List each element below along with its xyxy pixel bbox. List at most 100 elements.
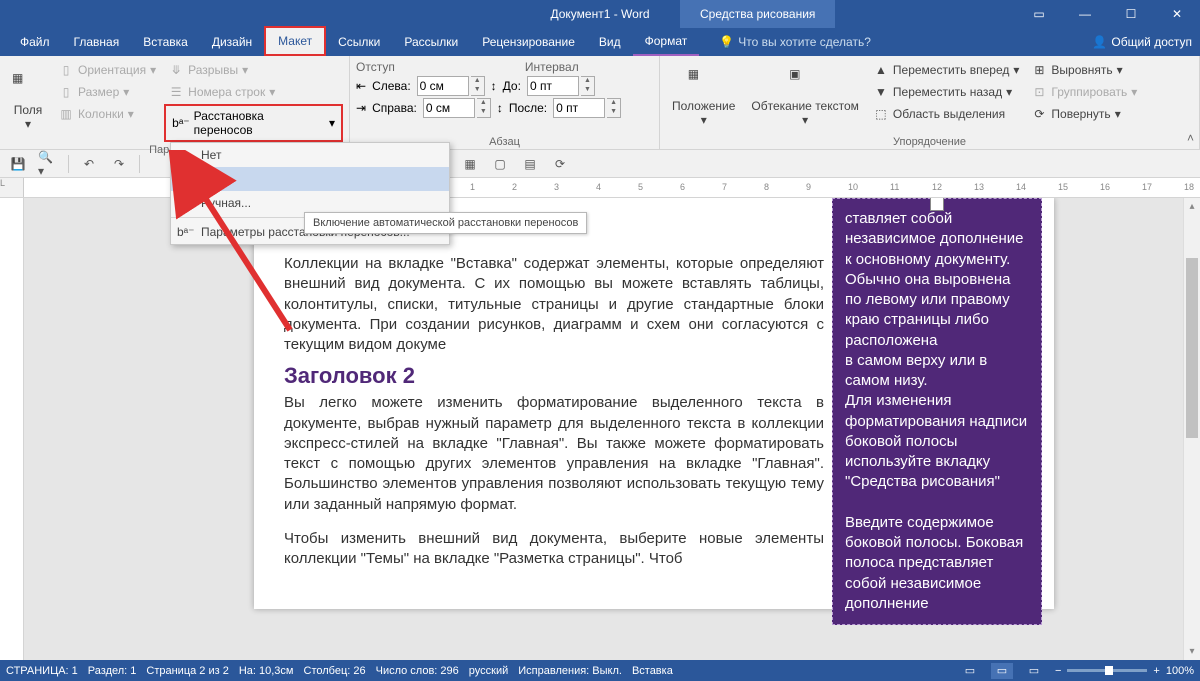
- spacing-after-input[interactable]: ▲▼: [553, 98, 621, 118]
- status-position[interactable]: На: 10,3см: [239, 665, 294, 677]
- status-bar: СТРАНИЦА: 1 Раздел: 1 Страница 2 из 2 На…: [0, 660, 1200, 681]
- undo-icon[interactable]: ↶: [79, 154, 99, 174]
- size-icon: ▯: [58, 84, 74, 100]
- breaks-icon: ⤋: [168, 62, 184, 78]
- zoom-level[interactable]: 100%: [1166, 665, 1194, 677]
- vertical-ruler[interactable]: [0, 198, 24, 660]
- status-section[interactable]: Раздел: 1: [88, 665, 137, 677]
- wrap-text-button[interactable]: ▣Обтекание текстом▾: [745, 60, 864, 134]
- rotate-icon: ⟳: [1031, 106, 1047, 122]
- hyphenation-auto[interactable]: ✓Авто: [171, 167, 449, 191]
- print-preview-icon[interactable]: 🔍▾: [38, 154, 58, 174]
- redo-icon[interactable]: ↷: [109, 154, 129, 174]
- selection-pane-button[interactable]: ⬚Область выделения: [869, 104, 1024, 124]
- margins-button[interactable]: ▦ Поля▾: [6, 60, 50, 142]
- print-layout-icon[interactable]: ▭: [991, 663, 1013, 679]
- tab-design[interactable]: Дизайн: [200, 28, 264, 56]
- spacing-before-input[interactable]: ▲▼: [527, 76, 595, 96]
- web-layout-icon[interactable]: ▭: [1023, 663, 1045, 679]
- scroll-up-icon[interactable]: ▴: [1184, 198, 1200, 215]
- zoom-out-icon[interactable]: −: [1055, 665, 1061, 677]
- refresh-icon[interactable]: ⟳: [550, 154, 570, 174]
- line-numbers-button[interactable]: ☰Номера строк ▾: [164, 82, 343, 102]
- share-icon: 👤: [1092, 35, 1107, 49]
- ribbon-display-options-icon[interactable]: ▭: [1016, 0, 1062, 28]
- minimize-icon[interactable]: —: [1062, 0, 1108, 28]
- position-button[interactable]: ▦Положение▾: [666, 60, 741, 134]
- line-numbers-icon: ☰: [168, 84, 184, 100]
- tab-layout[interactable]: Макет: [264, 26, 326, 56]
- hyphenation-button[interactable]: bᵃ⁻Расстановка переносов ▾: [164, 104, 343, 142]
- close-icon[interactable]: ✕: [1154, 0, 1200, 28]
- object-tool-icon[interactable]: ▢: [490, 154, 510, 174]
- resize-handle-icon[interactable]: [930, 198, 944, 211]
- tab-references[interactable]: Ссылки: [326, 28, 392, 56]
- margins-icon: ▦: [12, 71, 44, 103]
- document-title: Документ1 - Word: [550, 7, 649, 21]
- maximize-icon[interactable]: ☐: [1108, 0, 1154, 28]
- document-body[interactable]: Заголовок 1 Коллекции на вкладке "Вставк…: [284, 224, 824, 569]
- save-icon[interactable]: 💾: [8, 154, 28, 174]
- collapse-ribbon-icon[interactable]: ˄: [1187, 131, 1194, 145]
- status-page-of[interactable]: Страница 2 из 2: [146, 665, 228, 677]
- status-track-changes[interactable]: Исправления: Выкл.: [518, 665, 622, 677]
- tab-view[interactable]: Вид: [587, 28, 633, 56]
- status-column[interactable]: Столбец: 26: [304, 665, 366, 677]
- check-icon: ✓: [179, 172, 189, 186]
- status-insert-mode[interactable]: Вставка: [632, 665, 673, 677]
- tooltip: Включение автоматической расстановки пер…: [304, 212, 587, 234]
- grid-tool-icon[interactable]: ▤: [520, 154, 540, 174]
- spacing-before-icon: ↕: [491, 79, 497, 93]
- tab-review[interactable]: Рецензирование: [470, 28, 587, 56]
- align-button[interactable]: ⊞Выровнять ▾: [1027, 60, 1141, 80]
- page-canvas[interactable]: Заголовок 1 Коллекции на вкладке "Вставк…: [24, 198, 1200, 660]
- breaks-button[interactable]: ⤋Разрывы ▾: [164, 60, 343, 80]
- bring-forward-button[interactable]: ▲Переместить вперед ▾: [869, 60, 1024, 80]
- table-tool-icon[interactable]: ▦: [460, 154, 480, 174]
- group-button[interactable]: ⊡Группировать ▾: [1027, 82, 1141, 102]
- share-button[interactable]: 👤Общий доступ: [1092, 35, 1192, 49]
- tab-insert[interactable]: Вставка: [131, 28, 200, 56]
- selection-pane-icon: ⬚: [873, 106, 889, 122]
- status-language[interactable]: русский: [469, 665, 508, 677]
- tab-home[interactable]: Главная: [62, 28, 132, 56]
- title-bar: Документ1 - Word Средства рисования ▭ — …: [0, 0, 1200, 28]
- options-icon: bᵃ⁻: [177, 225, 194, 239]
- indent-left-input[interactable]: ▲▼: [417, 76, 485, 96]
- status-word-count[interactable]: Число слов: 296: [376, 665, 459, 677]
- sidebar-text: ставляет собой независимое дополнение к …: [845, 209, 1029, 614]
- tab-mailings[interactable]: Рассылки: [392, 28, 470, 56]
- scroll-down-icon[interactable]: ▾: [1184, 643, 1200, 660]
- ribbon: ▦ Поля▾ ▯Ориентация ▾ ▯Размер ▾ ▥Колонки…: [0, 56, 1200, 150]
- tab-file[interactable]: Файл: [8, 28, 62, 56]
- zoom-in-icon[interactable]: +: [1153, 665, 1159, 677]
- status-page[interactable]: СТРАНИЦА: 1: [6, 665, 78, 677]
- tab-format[interactable]: Формат: [633, 28, 700, 56]
- sidebar-text-box[interactable]: ставляет собой независимое дополнение к …: [832, 198, 1042, 625]
- read-mode-icon[interactable]: ▭: [959, 663, 981, 679]
- indent-right-input[interactable]: ▲▼: [423, 98, 491, 118]
- orientation-button[interactable]: ▯Ориентация ▾: [54, 60, 160, 80]
- zoom-slider[interactable]: − + 100%: [1055, 665, 1194, 677]
- rotate-button[interactable]: ⟳Повернуть ▾: [1027, 104, 1141, 124]
- paragraph-2: Вы легко можете изменить форматирование …: [284, 393, 824, 515]
- group-label-arrange: Упорядочение: [666, 134, 1193, 148]
- page: Заголовок 1 Коллекции на вкладке "Вставк…: [254, 198, 1054, 609]
- position-icon: ▦: [688, 67, 720, 99]
- size-button[interactable]: ▯Размер ▾: [54, 82, 160, 102]
- spacing-label: Интервал: [525, 60, 579, 74]
- columns-button[interactable]: ▥Колонки ▾: [54, 104, 160, 124]
- send-backward-button[interactable]: ▼Переместить назад ▾: [869, 82, 1024, 102]
- hyphenation-icon: bᵃ⁻: [172, 116, 189, 130]
- ribbon-tabs: Файл Главная Вставка Дизайн Макет Ссылки…: [0, 28, 1200, 56]
- tell-me-search[interactable]: 💡Что вы хотите сделать?: [719, 35, 871, 49]
- lightbulb-icon: 💡: [719, 35, 734, 49]
- bring-forward-icon: ▲: [873, 62, 889, 78]
- vertical-scrollbar[interactable]: ▴ ▾: [1183, 198, 1200, 660]
- indent-left-icon: ⇤: [356, 79, 366, 93]
- scroll-thumb[interactable]: [1186, 258, 1198, 438]
- indent-label: Отступ: [356, 60, 395, 74]
- send-backward-icon: ▼: [873, 84, 889, 100]
- hyphenation-none[interactable]: Нет: [171, 143, 449, 167]
- paragraph-3: Чтобы изменить внешний вид документа, вы…: [284, 529, 824, 570]
